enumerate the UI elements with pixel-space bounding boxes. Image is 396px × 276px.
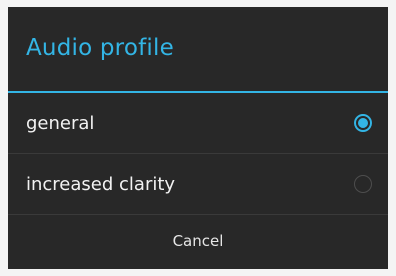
option-label-increased-clarity: increased clarity <box>26 173 176 195</box>
audio-profile-dialog: Audio profile general increased clarity … <box>8 7 388 269</box>
dialog-header: Audio profile <box>8 7 388 93</box>
radio-unselected-icon[interactable] <box>354 175 372 193</box>
radio-selected-icon[interactable] <box>354 114 372 132</box>
option-general[interactable]: general <box>8 93 388 154</box>
cancel-button[interactable]: Cancel <box>8 215 388 267</box>
dialog-footer: Cancel <box>8 215 388 267</box>
option-label-general: general <box>26 112 95 134</box>
dialog-title: Audio profile <box>26 35 174 61</box>
option-increased-clarity[interactable]: increased clarity <box>8 154 388 215</box>
